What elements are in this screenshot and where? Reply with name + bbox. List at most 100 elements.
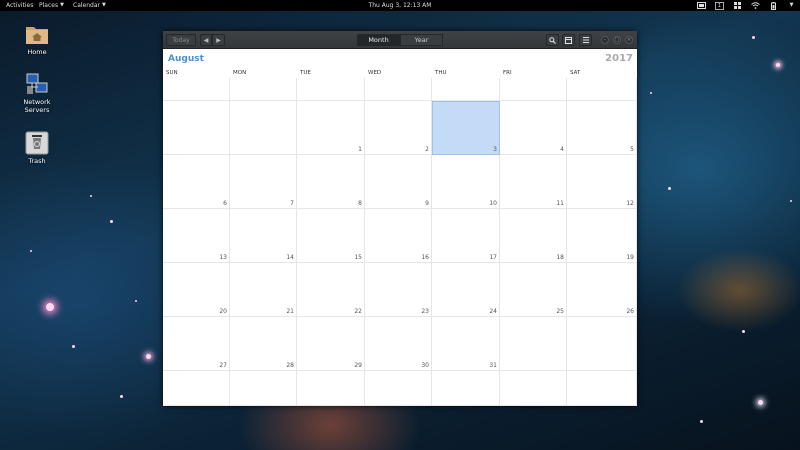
day-cell-empty[interactable]	[500, 371, 567, 406]
day-cell-18[interactable]: 18	[500, 209, 567, 263]
wifi-icon[interactable]	[751, 2, 760, 10]
tab-year[interactable]: Year	[400, 34, 443, 46]
day-cell-empty[interactable]	[432, 78, 500, 101]
home-folder-icon	[25, 22, 49, 46]
day-number: 4	[560, 146, 564, 153]
today-button[interactable]: Today	[166, 34, 196, 46]
weekday-header: THU	[435, 70, 447, 76]
workspace-indicator[interactable]: 1	[715, 1, 724, 10]
day-cell-17[interactable]: 17	[432, 209, 500, 263]
day-cell-19[interactable]: 19	[567, 209, 637, 263]
day-number: 12	[626, 200, 634, 207]
day-cell-empty[interactable]	[230, 78, 297, 101]
star	[752, 36, 755, 39]
day-cell-empty[interactable]	[567, 78, 637, 101]
day-cell-29[interactable]: 29	[297, 317, 365, 371]
day-cell-28[interactable]: 28	[230, 317, 297, 371]
desktop-icon-network-servers[interactable]: Network Servers	[14, 72, 60, 114]
day-number: 23	[421, 308, 429, 315]
day-cell-22[interactable]: 22	[297, 263, 365, 317]
day-cell-13[interactable]: 13	[163, 209, 230, 263]
star	[742, 330, 745, 333]
maximize-button[interactable]: □	[613, 36, 621, 44]
day-cell-9[interactable]: 9	[365, 155, 432, 209]
day-cell-empty[interactable]	[230, 101, 297, 155]
day-number: 30	[421, 362, 429, 369]
day-cell-empty[interactable]	[567, 317, 637, 371]
search-icon	[549, 37, 556, 44]
clock[interactable]: Thu Aug 3, 12:13 AM	[0, 0, 800, 11]
calendar-window: Today ◀ ▶ Month Year – □ × August 2017 S…	[163, 31, 637, 406]
next-button[interactable]: ▶	[212, 34, 225, 46]
weekday-header: TUE	[300, 70, 311, 76]
day-number: 19	[626, 254, 634, 261]
day-cell-23[interactable]: 23	[365, 263, 432, 317]
search-button[interactable]	[546, 34, 559, 46]
day-cell-15[interactable]: 15	[297, 209, 365, 263]
power-icon[interactable]: ▼	[787, 2, 796, 10]
star	[135, 300, 137, 302]
day-cell-27[interactable]: 27	[163, 317, 230, 371]
day-cell-8[interactable]: 8	[297, 155, 365, 209]
tab-month[interactable]: Month	[357, 34, 400, 46]
day-cell-5[interactable]: 5	[567, 101, 637, 155]
star	[90, 195, 92, 197]
day-number: 3	[493, 146, 497, 153]
day-cell-26[interactable]: 26	[567, 263, 637, 317]
calendars-button[interactable]	[562, 34, 575, 46]
screen-icon[interactable]	[697, 2, 706, 10]
day-number: 13	[219, 254, 227, 261]
day-cell-empty[interactable]	[230, 371, 297, 406]
system-tray[interactable]: 1 ▼	[697, 1, 796, 10]
day-cell-empty[interactable]	[297, 371, 365, 406]
day-cell-25[interactable]: 25	[500, 263, 567, 317]
day-cell-empty[interactable]	[163, 78, 230, 101]
day-cell-21[interactable]: 21	[230, 263, 297, 317]
day-cell-24[interactable]: 24	[432, 263, 500, 317]
day-cell-empty[interactable]	[500, 78, 567, 101]
day-cell-20[interactable]: 20	[163, 263, 230, 317]
close-button[interactable]: ×	[625, 36, 633, 44]
minimize-button[interactable]: –	[601, 36, 609, 44]
hamburger-icon	[582, 37, 589, 43]
day-cell-6[interactable]: 6	[163, 155, 230, 209]
header-bar: Today ◀ ▶ Month Year – □ ×	[163, 31, 637, 49]
day-cell-2[interactable]: 2	[365, 101, 432, 155]
day-cell-30[interactable]: 30	[365, 317, 432, 371]
day-cell-empty[interactable]	[567, 371, 637, 406]
day-cell-empty[interactable]	[432, 371, 500, 406]
day-cell-31[interactable]: 31	[432, 317, 500, 371]
desktop-icon-home[interactable]: Home	[14, 22, 60, 56]
month-title: August	[168, 54, 204, 64]
day-cell-empty[interactable]	[365, 371, 432, 406]
day-cell-empty[interactable]	[500, 317, 567, 371]
day-cell-16[interactable]: 16	[365, 209, 432, 263]
day-cell-empty[interactable]	[365, 78, 432, 101]
previous-button[interactable]: ◀	[200, 34, 212, 46]
arrow-right-icon: ▶	[216, 37, 221, 44]
day-cell-14[interactable]: 14	[230, 209, 297, 263]
star	[146, 354, 151, 359]
star	[650, 92, 652, 94]
day-cell-1[interactable]: 1	[297, 101, 365, 155]
day-cell-empty[interactable]	[163, 101, 230, 155]
view-switcher: Month Year	[357, 34, 443, 46]
day-cell-12[interactable]: 12	[567, 155, 637, 209]
star	[776, 63, 780, 67]
star	[30, 250, 32, 252]
day-cell-7[interactable]: 7	[230, 155, 297, 209]
battery-icon[interactable]	[769, 1, 778, 10]
star	[700, 420, 703, 423]
day-cell-11[interactable]: 11	[500, 155, 567, 209]
day-cell-10[interactable]: 10	[432, 155, 500, 209]
day-number: 29	[354, 362, 362, 369]
day-number: 28	[286, 362, 294, 369]
day-cell-empty[interactable]	[163, 371, 230, 406]
menu-button[interactable]	[579, 34, 592, 46]
desktop-icon-trash[interactable]: Trash	[14, 131, 60, 165]
star	[120, 395, 123, 398]
day-cell-3[interactable]: 3	[432, 101, 500, 155]
day-cell-empty[interactable]	[297, 78, 365, 101]
grid-icon[interactable]	[733, 2, 742, 10]
day-cell-4[interactable]: 4	[500, 101, 567, 155]
